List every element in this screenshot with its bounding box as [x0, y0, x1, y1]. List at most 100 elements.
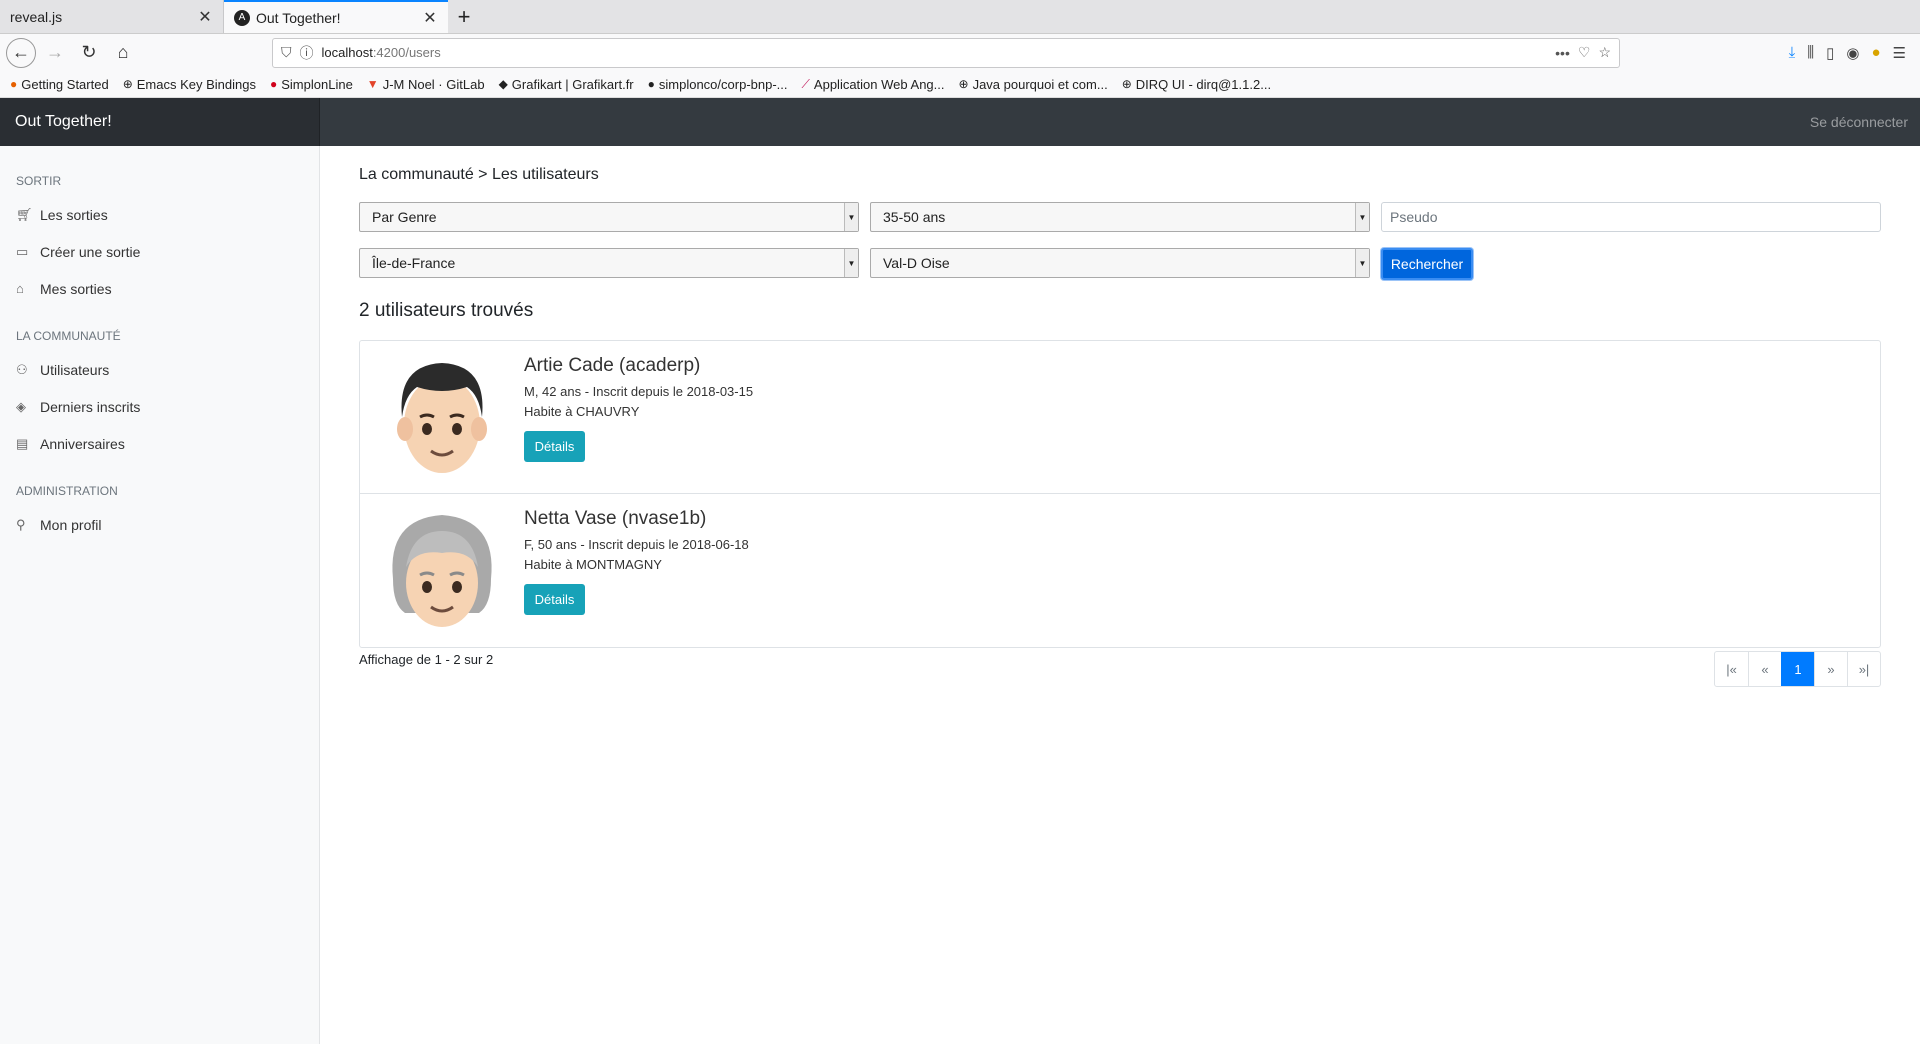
sidebar-item-anniversaires[interactable]: ▤ Anniversaires [0, 425, 319, 462]
sidebar-item-mes-sorties[interactable]: ⌂ Mes sorties [0, 270, 319, 307]
github-icon: ● [647, 77, 655, 91]
app-topbar: Out Together! Se déconnecter [0, 98, 1920, 146]
browser-tab-out-together[interactable]: A Out Together! ✕ [224, 0, 448, 33]
bookmark-label: DIRQ UI - dirq@1.1.2... [1135, 76, 1272, 92]
sidebar-item-les-sorties[interactable]: 🛒︎ Les sorties [0, 196, 319, 233]
bookmark-item[interactable]: ⟋ Application Web Ang... [802, 77, 945, 92]
sidebar-item-creer-sortie[interactable]: ▭ Créer une sortie [0, 233, 319, 270]
pocket-icon[interactable]: ♡ [1578, 44, 1591, 61]
last-page-button[interactable]: »| [1847, 652, 1880, 686]
sidebar-item-label: Anniversaires [40, 435, 125, 452]
new-tab-button[interactable]: + [448, 0, 480, 33]
age-select-value: 35-50 ans [883, 209, 946, 225]
tab-title: reveal.js [10, 8, 63, 25]
user-info: Netta Vase (nvase1b) F, 50 ans - Inscrit… [524, 494, 749, 647]
department-select-value: Val-D Oise [883, 255, 950, 271]
details-button[interactable]: Détails [524, 431, 585, 462]
more-icon[interactable]: ••• [1555, 45, 1570, 61]
angular-icon: A [234, 9, 250, 26]
file-text-icon: ▤ [16, 435, 29, 451]
close-icon[interactable]: ✕ [197, 7, 213, 27]
user-meta: F, 50 ans - Inscrit depuis le 2018-06-18 [524, 537, 749, 552]
forward-button[interactable]: → [40, 38, 70, 68]
result-count: 2 utilisateurs trouvés [359, 300, 534, 321]
sidebar-item-label: Les sorties [40, 206, 108, 223]
sidebar-icon[interactable]: ▯ [1826, 44, 1834, 62]
reload-button[interactable]: ↻ [74, 38, 104, 68]
shield-icon[interactable]: ⛉ [281, 44, 292, 61]
url-bar[interactable]: ⛉ ⓘ localhost:4200/users ••• ♡ ☆ [272, 37, 1620, 68]
user-meta: M, 42 ans - Inscrit depuis le 2018-03-15 [524, 384, 754, 399]
download-icon[interactable]: ⤓ [1789, 44, 1796, 62]
topbar-right: Se déconnecter [320, 98, 1920, 146]
close-icon[interactable]: ✕ [422, 8, 438, 28]
filter-form: Par Genre ▼ 35-50 ans ▼ Pseudo Île-de-Fran… [359, 202, 1881, 280]
back-button[interactable]: ← [6, 37, 36, 68]
region-select[interactable]: Île-de-France ▼ [359, 248, 859, 278]
bookmark-item[interactable]: ● SimplonLine [270, 77, 353, 92]
home-button[interactable]: ⌂ [108, 38, 138, 68]
next-page-button[interactable]: » [1814, 652, 1847, 686]
age-select[interactable]: 35-50 ans ▼ [870, 202, 1370, 232]
simplon-icon: ● [270, 77, 278, 91]
brand[interactable]: Out Together! [0, 98, 320, 146]
first-page-button[interactable]: |« [1715, 652, 1748, 686]
browser-tab-reveal[interactable]: reveal.js ✕ [0, 0, 224, 33]
sidebar-item-label: Créer une sortie [40, 243, 141, 260]
gitlab-icon: ▼ [366, 77, 379, 91]
sidebar-item-label: Derniers inscrits [40, 398, 141, 415]
bookmark-label: SimplonLine [281, 76, 353, 92]
pseudo-input[interactable]: Pseudo [1381, 202, 1881, 232]
extension-icon[interactable]: ● [1871, 44, 1880, 62]
sidebar-group-administration: ADMINISTRATION ⚲ Mon profil [0, 484, 319, 543]
pagination: |« « 1 » »| [1714, 651, 1881, 687]
sidebar-item-derniers-inscrits[interactable]: ◈ Derniers inscrits [0, 388, 319, 425]
account-icon[interactable]: ◉ [1846, 44, 1859, 62]
man-avatar-icon [397, 363, 487, 473]
breadcrumb: La communauté > Les utilisateurs [359, 166, 599, 183]
tab-title: Out Together! [256, 9, 341, 26]
older-woman-avatar-icon [392, 514, 492, 627]
library-icon[interactable]: ⫼ [1807, 44, 1814, 62]
info-icon[interactable]: ⓘ [300, 43, 314, 63]
bookmark-item[interactable]: ⊕ DIRQ UI - dirq@1.1.2... [1122, 77, 1271, 92]
chevron-down-icon: ▼ [844, 203, 858, 231]
showing-text: Affichage de 1 - 2 sur 2 [359, 652, 494, 667]
user-city: Habite à MONTMAGNY [524, 557, 662, 572]
department-select[interactable]: Val-D Oise ▼ [870, 248, 1370, 278]
logout-link[interactable]: Se déconnecter [1810, 114, 1908, 130]
prev-page-button[interactable]: « [1748, 652, 1781, 686]
sidebar-item-mon-profil[interactable]: ⚲ Mon profil [0, 506, 319, 543]
bookmark-label: Application Web Ang... [813, 76, 945, 92]
bookmark-item[interactable]: ▼ J-M Noel · GitLab [367, 77, 485, 92]
details-button[interactable]: Détails [524, 584, 585, 615]
list-item: Netta Vase (nvase1b) F, 50 ans - Inscrit… [360, 494, 1880, 647]
gender-select[interactable]: Par Genre ▼ [359, 202, 859, 232]
bookmark-item[interactable]: ● Getting Started [10, 77, 109, 92]
bookmark-item[interactable]: ⊕ Emacs Key Bindings [123, 77, 256, 92]
menu-icon[interactable]: ☰ [1893, 44, 1906, 62]
bookmark-item[interactable]: ◆ Grafikart | Grafikart.fr [499, 77, 634, 92]
sidebar-item-label: Utilisateurs [40, 361, 110, 378]
browser-nav-bar: ← → ↻ ⌂ ⛉ ⓘ localhost:4200/users ••• ♡ ☆… [0, 34, 1920, 71]
avatar [360, 494, 524, 647]
page-1-button[interactable]: 1 [1781, 652, 1814, 686]
bookmark-item[interactable]: ● simplonco/corp-bnp-... [648, 77, 788, 92]
user-list: Artie Cade (acaderp) M, 42 ans - Inscrit… [359, 340, 1881, 648]
gender-select-value: Par Genre [372, 209, 437, 225]
search-button[interactable]: Rechercher [1381, 248, 1473, 280]
sidebar-heading: SORTIR [16, 174, 62, 188]
user-name: Artie Cade (acaderp) [524, 355, 701, 376]
sidebar-heading: ADMINISTRATION [16, 484, 118, 498]
url-path: :4200/users [372, 45, 441, 60]
url-text[interactable]: localhost:4200/users [322, 45, 1548, 60]
toolbar-icons: ⤓ ⫼ ▯ ◉ ● ☰ [1789, 44, 1914, 62]
bookmark-star-icon[interactable]: ☆ [1598, 44, 1611, 61]
bookmark-item[interactable]: ⊕ Java pourquoi et com... [959, 77, 1108, 92]
bookmark-label: J-M Noel · GitLab [382, 76, 485, 92]
pseudo-placeholder: Pseudo [1390, 209, 1438, 225]
bookmarks-bar: ● Getting Started ⊕ Emacs Key Bindings ● Si… [0, 71, 1920, 98]
cart-icon: 🛒︎ [16, 206, 33, 222]
app: Out Together! Se déconnecter SORTIR 🛒︎ Le… [0, 98, 1920, 1044]
sidebar-item-utilisateurs[interactable]: ⚇ Utilisateurs [0, 351, 319, 388]
